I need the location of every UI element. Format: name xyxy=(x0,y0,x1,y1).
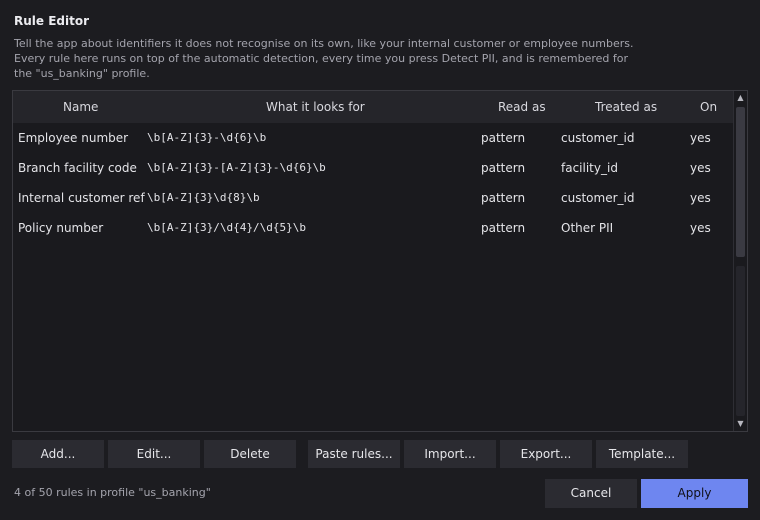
rule-treated-as: Other PII xyxy=(561,221,614,235)
import-button[interactable]: Import... xyxy=(404,440,496,468)
paste-rules-button[interactable]: Paste rules... xyxy=(308,440,400,468)
description-line: Tell the app about identifiers it does n… xyxy=(14,37,634,50)
rule-treated-as: customer_id xyxy=(561,131,635,145)
rule-pattern: \b[A-Z]{3}-[A-Z]{3}-\d{6}\b xyxy=(147,161,326,174)
rule-enabled: yes xyxy=(690,221,711,235)
table-row[interactable]: Employee number \b[A-Z]{3}-\d{6}\b patte… xyxy=(13,123,733,153)
edit-rule-button[interactable]: Edit... xyxy=(108,440,200,468)
column-header-treated-as[interactable]: Treated as xyxy=(595,91,657,123)
rule-read-as: pattern xyxy=(481,131,526,145)
table-row[interactable]: Policy number \b[A-Z]{3}/\d{4}/\d{5}\b p… xyxy=(13,213,733,243)
status-text: 4 of 50 rules in profile "us_banking" xyxy=(14,486,211,499)
rule-treated-as: customer_id xyxy=(561,191,635,205)
rules-table[interactable]: Name What it looks for Read as Treated a… xyxy=(12,90,748,432)
table-row[interactable]: Internal customer ref \b[A-Z]{3}\d{8}\b … xyxy=(13,183,733,213)
template-button[interactable]: Template... xyxy=(596,440,688,468)
rule-name: Internal customer ref xyxy=(18,191,145,205)
cancel-button[interactable]: Cancel xyxy=(545,479,637,508)
description-line: Every rule here runs on top of the autom… xyxy=(14,52,629,65)
column-header-name[interactable]: Name xyxy=(63,91,98,123)
rule-pattern: \b[A-Z]{3}/\d{4}/\d{5}\b xyxy=(147,221,306,234)
description-line: the "us_banking" profile. xyxy=(14,67,150,80)
delete-rule-button[interactable]: Delete xyxy=(204,440,296,468)
chevron-down-icon[interactable]: ▼ xyxy=(734,417,747,431)
rule-name: Policy number xyxy=(18,221,104,235)
column-header-read-as[interactable]: Read as xyxy=(498,91,546,123)
apply-button[interactable]: Apply xyxy=(641,479,748,508)
table-scrollbar[interactable]: ▲ ▼ xyxy=(733,91,747,431)
rule-name: Employee number xyxy=(18,131,129,145)
rule-enabled: yes xyxy=(690,131,711,145)
table-header: Name What it looks for Read as Treated a… xyxy=(13,91,733,123)
scrollbar-track[interactable] xyxy=(736,266,745,416)
scrollbar-thumb[interactable] xyxy=(736,107,745,257)
column-header-pattern[interactable]: What it looks for xyxy=(266,91,365,123)
rule-enabled: yes xyxy=(690,191,711,205)
chevron-up-icon[interactable]: ▲ xyxy=(734,91,747,105)
export-button[interactable]: Export... xyxy=(500,440,592,468)
rule-treated-as: facility_id xyxy=(561,161,618,175)
add-rule-button[interactable]: Add... xyxy=(12,440,104,468)
rule-read-as: pattern xyxy=(481,221,526,235)
rule-enabled: yes xyxy=(690,161,711,175)
rule-pattern: \b[A-Z]{3}\d{8}\b xyxy=(147,191,260,204)
rule-name: Branch facility code xyxy=(18,161,137,175)
dialog-description: Tell the app about identifiers it does n… xyxy=(14,36,634,81)
column-header-on[interactable]: On xyxy=(700,91,717,123)
rule-read-as: pattern xyxy=(481,161,526,175)
dialog-title: Rule Editor xyxy=(14,14,90,28)
rule-read-as: pattern xyxy=(481,191,526,205)
rule-pattern: \b[A-Z]{3}-\d{6}\b xyxy=(147,131,267,144)
table-row[interactable]: Branch facility code \b[A-Z]{3}-[A-Z]{3}… xyxy=(13,153,733,183)
